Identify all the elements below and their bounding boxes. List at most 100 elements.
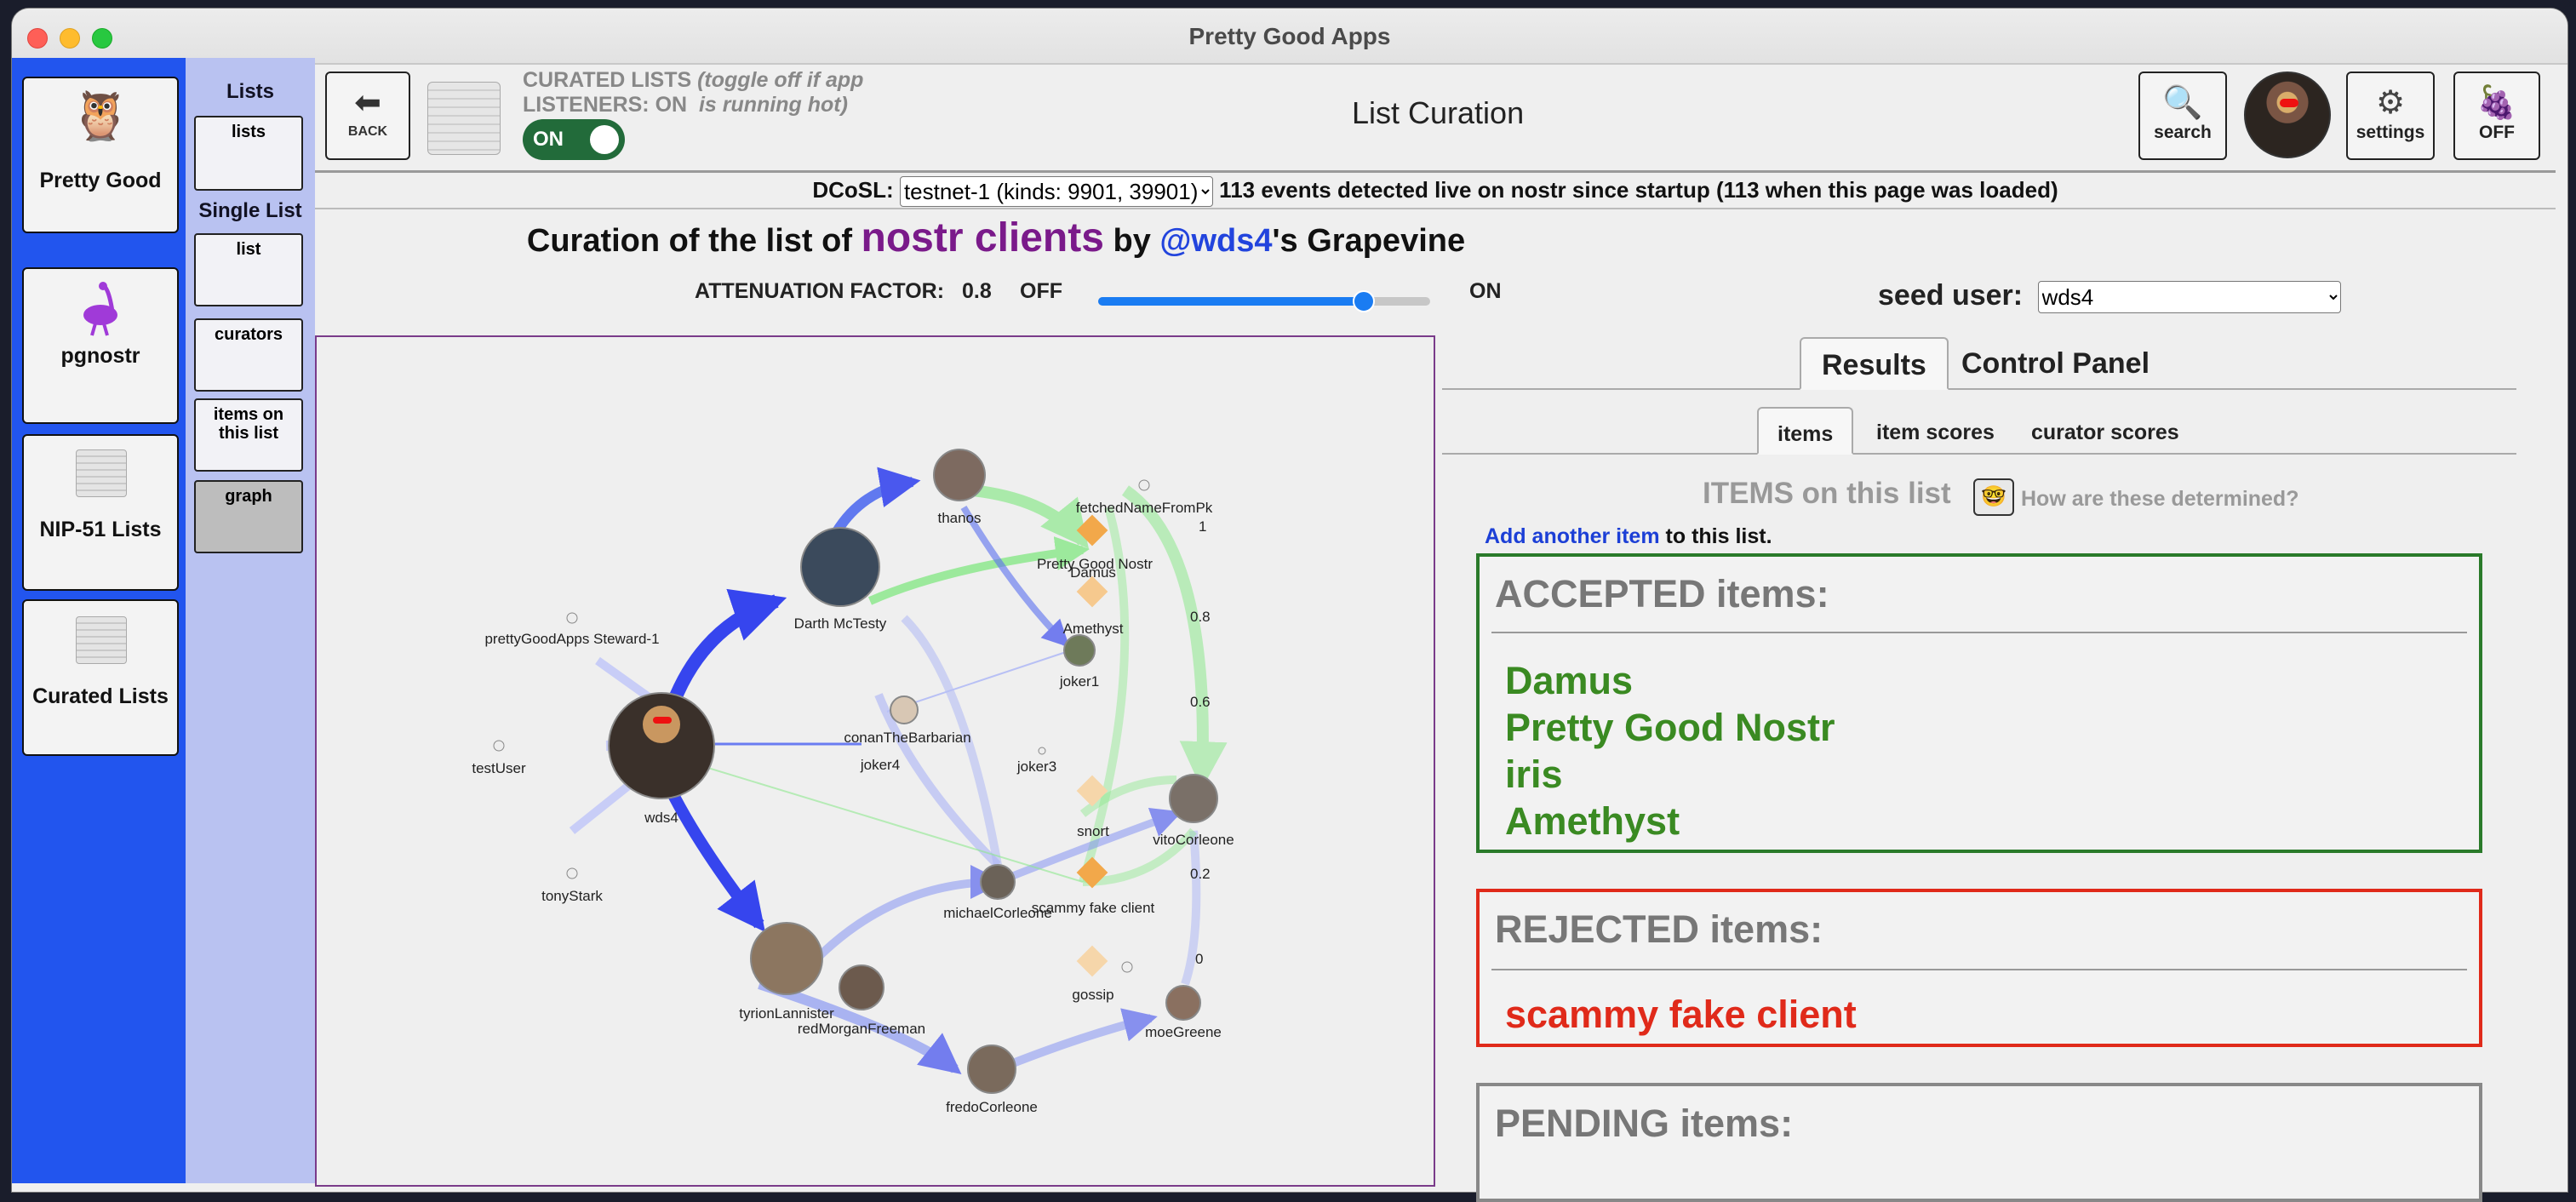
node-tonystark[interactable] xyxy=(566,867,578,879)
back-arrow-icon: ⬅ xyxy=(354,85,381,121)
subtab-items[interactable]: items xyxy=(1757,407,1854,455)
label-steward: prettyGoodApps Steward-1 xyxy=(484,631,659,647)
accepted-item[interactable]: Damus xyxy=(1505,659,1633,703)
subtab-curator-scores[interactable]: curator scores xyxy=(2012,407,2198,455)
node-fetched[interactable] xyxy=(1138,479,1150,491)
node-redmorgan[interactable] xyxy=(839,964,884,1010)
app-curated-lists[interactable]: Curated Lists xyxy=(22,599,179,756)
node-gossip-dot[interactable] xyxy=(1121,961,1133,973)
edge xyxy=(664,785,765,932)
how-determined-text[interactable]: How are these determined? xyxy=(2021,487,2298,512)
node-vito[interactable] xyxy=(1169,774,1218,823)
label-michael: michaelCorleone xyxy=(943,905,1052,921)
search-label: search xyxy=(2154,123,2212,142)
owl-icon: 🦉 xyxy=(71,89,130,142)
list-name: nostr clients xyxy=(861,215,1104,260)
items-heading: ITEMS on this list xyxy=(1703,477,1951,510)
search-button[interactable]: 🔍 search xyxy=(2138,72,2227,160)
tab-results[interactable]: Results xyxy=(1800,337,1949,390)
node-steward[interactable] xyxy=(566,612,578,624)
node-gossip[interactable] xyxy=(1076,945,1108,977)
edge xyxy=(663,588,787,714)
slider-thumb[interactable] xyxy=(1353,290,1375,312)
accepted-items-box: ACCEPTED items: Damus Pretty Good Nostr … xyxy=(1476,553,2482,853)
back-button[interactable]: ⬅ BACK xyxy=(325,72,410,160)
node-michael[interactable] xyxy=(980,864,1016,900)
edge xyxy=(960,505,1070,648)
node-damus[interactable] xyxy=(1076,575,1108,608)
accepted-heading: ACCEPTED items: xyxy=(1495,572,1829,615)
app-pretty-good[interactable]: 🦉 Pretty Good xyxy=(22,77,179,233)
user-avatar[interactable] xyxy=(2244,72,2331,158)
close-window-button[interactable] xyxy=(27,28,48,49)
status-line2-a: LISTENERS: ON xyxy=(523,93,688,117)
minimize-window-button[interactable] xyxy=(60,28,80,49)
results-tabs: Results Control Panel xyxy=(1442,337,2516,390)
heading-by: by xyxy=(1113,223,1151,259)
app-label: NIP-51 Lists xyxy=(39,518,162,541)
grapes-icon: 🍇 xyxy=(2476,85,2517,121)
listener-status: CURATED LISTS (toggle off if app LISTENE… xyxy=(523,68,863,117)
document-icon xyxy=(427,82,501,155)
status-line1-b: (toggle off if app xyxy=(697,68,864,92)
listeners-toggle[interactable]: ON xyxy=(523,119,625,160)
node-joker1[interactable] xyxy=(1063,634,1096,667)
graph-panel[interactable]: 1 0.8 0.6 0.2 0 wds4 Darth McTesty thano… xyxy=(315,335,1435,1187)
lists-button[interactable]: lists xyxy=(194,116,303,191)
rejected-heading: REJECTED items: xyxy=(1495,907,1823,951)
node-joker3[interactable] xyxy=(1038,747,1046,755)
items-on-list-button[interactable]: items on this list xyxy=(194,398,303,472)
tab-control-panel[interactable]: Control Panel xyxy=(1941,337,2170,390)
status-line1-a: CURATED LISTS xyxy=(523,68,692,92)
edge xyxy=(831,466,921,536)
accepted-item[interactable]: Pretty Good Nostr xyxy=(1505,706,1835,750)
node-fredo[interactable] xyxy=(967,1045,1016,1094)
subtab-item-scores[interactable]: item scores xyxy=(1858,407,2013,455)
app-pgnostr[interactable]: pgnostr xyxy=(22,267,179,424)
node-darth[interactable] xyxy=(800,527,880,607)
edge xyxy=(1121,485,1228,790)
document-icon xyxy=(76,616,127,664)
app-label: Curated Lists xyxy=(32,684,169,708)
app-nip51-lists[interactable]: NIP-51 Lists xyxy=(22,434,179,591)
items-button-line2: this list xyxy=(218,424,278,443)
seed-user-select[interactable]: wds4 xyxy=(2037,281,2341,314)
heading-suffix: 's Grapevine xyxy=(1272,223,1466,259)
label-darth: Darth McTesty xyxy=(794,615,887,632)
search-icon: 🔍 xyxy=(2162,85,2203,121)
nerd-emoji-button[interactable]: 🤓 xyxy=(1973,478,2014,516)
settings-button[interactable]: ⚙ settings xyxy=(2346,72,2435,160)
app-label: Pretty Good xyxy=(39,169,162,192)
node-testuser[interactable] xyxy=(493,740,505,752)
label-testuser: testUser xyxy=(472,760,526,776)
accepted-item[interactable]: Amethyst xyxy=(1505,799,1680,844)
trust-graph[interactable]: 1 0.8 0.6 0.2 0 wds4 Darth McTesty thano… xyxy=(317,337,1434,1185)
accepted-item[interactable]: iris xyxy=(1505,753,1563,797)
node-thanos[interactable] xyxy=(933,449,986,501)
label-snort: snort xyxy=(1077,823,1109,839)
list-button[interactable]: list xyxy=(194,233,303,306)
attenuation-slider[interactable] xyxy=(1098,290,1430,312)
node-conan[interactable] xyxy=(890,695,919,724)
axis-label: 0.8 xyxy=(1190,609,1211,625)
axis-label: 0.2 xyxy=(1190,866,1211,882)
edge xyxy=(996,1008,1158,1073)
divider xyxy=(1491,632,2467,633)
maximize-window-button[interactable] xyxy=(92,28,112,49)
dcosl-label: DCoSL: xyxy=(812,177,894,203)
dcosl-select[interactable]: testnet-1 (kinds: 9901, 39901) xyxy=(899,176,1213,208)
label-fetched: fetchedNameFromPk xyxy=(1076,500,1213,516)
curator-user-link[interactable]: @wds4 xyxy=(1159,223,1272,259)
attenuation-on-label: ON xyxy=(1469,279,1502,303)
seed-user-control: seed user: wds4 xyxy=(1878,279,2341,314)
status-line2-b: is running hot) xyxy=(698,93,848,117)
edge xyxy=(971,484,1090,549)
curators-button[interactable]: curators xyxy=(194,318,303,392)
rejected-item[interactable]: scammy fake client xyxy=(1505,993,1857,1037)
node-tyrion[interactable] xyxy=(750,922,823,995)
graph-button[interactable]: graph xyxy=(194,480,303,553)
power-button[interactable]: 🍇 OFF xyxy=(2453,72,2540,160)
add-item-suffix: to this list. xyxy=(1665,524,1772,548)
add-another-item-link[interactable]: Add another item xyxy=(1485,524,1660,548)
node-moegreene[interactable] xyxy=(1165,985,1201,1021)
